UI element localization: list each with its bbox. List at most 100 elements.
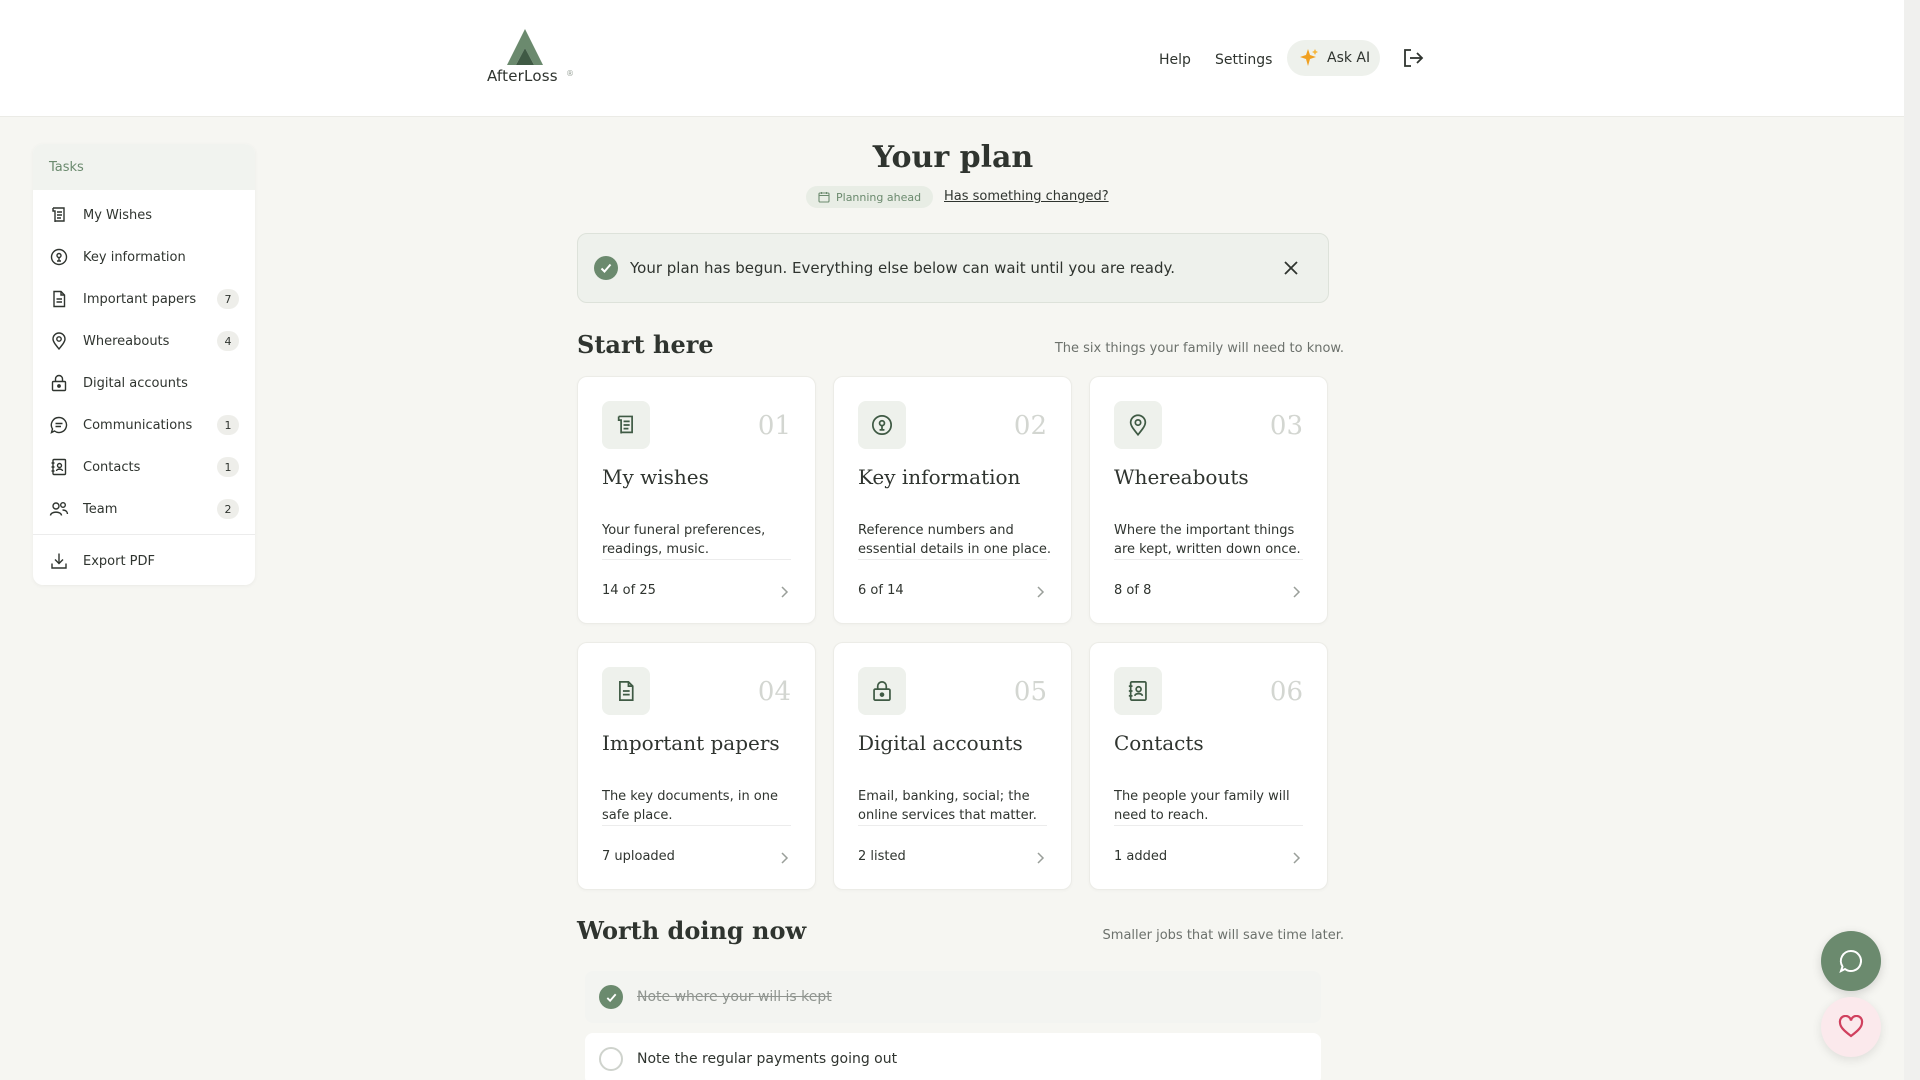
card-status: 2 listed bbox=[858, 849, 906, 864]
sidebar-item-my-wishes[interactable]: My Wishes bbox=[33, 194, 255, 236]
card-status: 6 of 14 bbox=[858, 583, 904, 598]
sidebar-item-important-papers[interactable]: Important papers 7 bbox=[33, 278, 255, 320]
scrollbar-track[interactable] bbox=[1904, 0, 1920, 1080]
map-pin-icon bbox=[49, 331, 69, 351]
brand-registered-mark: ® bbox=[566, 69, 574, 78]
card-title: Key information bbox=[858, 465, 1021, 489]
sidebar-item-label: Communications bbox=[83, 417, 193, 433]
card-key-information[interactable]: 02 Key information Reference numbers and… bbox=[833, 376, 1072, 624]
download-icon bbox=[49, 551, 69, 571]
chevron-right-icon bbox=[1293, 852, 1301, 864]
sidebar-item-label: Important papers bbox=[83, 291, 197, 307]
card-divider bbox=[1114, 559, 1303, 560]
key-lock-icon bbox=[49, 247, 69, 267]
sidebar-item-label: Whereabouts bbox=[83, 333, 170, 349]
card-status: 14 of 25 bbox=[602, 583, 656, 598]
chevron-right-icon bbox=[1293, 586, 1301, 598]
card-description: Email, banking, social; the online servi… bbox=[858, 789, 1037, 823]
top-bar: AfterLoss ® Help Settings Ask AI bbox=[0, 0, 1904, 117]
speech-bubble-icon bbox=[1839, 949, 1862, 973]
help-link[interactable]: Help bbox=[1159, 42, 1191, 78]
map-pin-icon bbox=[1114, 401, 1162, 449]
card-digital-accounts[interactable]: 05 Digital accounts Email, banking, soci… bbox=[833, 642, 1072, 890]
sidebar-item-label: Team bbox=[83, 501, 118, 517]
card-contacts[interactable]: 06 Contacts The people your family will … bbox=[1089, 642, 1328, 890]
count-badge: 7 bbox=[217, 289, 239, 309]
chevron-right-icon bbox=[1037, 586, 1045, 598]
card-description: The people your family will need to reac… bbox=[1114, 789, 1290, 823]
card-title: Contacts bbox=[1114, 731, 1204, 755]
document-icon bbox=[602, 667, 650, 715]
chevron-right-icon bbox=[781, 852, 789, 864]
worth-doing-now-heading: Worth doing now bbox=[577, 916, 807, 945]
contact-book-icon bbox=[49, 457, 69, 477]
card-whereabouts[interactable]: 03 Whereabouts Where the important thing… bbox=[1089, 376, 1328, 624]
heart-icon bbox=[1838, 1015, 1864, 1038]
team-icon bbox=[49, 499, 69, 519]
settings-link[interactable]: Settings bbox=[1215, 42, 1272, 78]
chat-support-button[interactable] bbox=[1821, 931, 1881, 991]
card-number: 02 bbox=[1013, 411, 1047, 441]
brand-logo[interactable]: AfterLoss ® bbox=[487, 28, 587, 88]
card-divider bbox=[602, 559, 791, 560]
brand-name: AfterLoss bbox=[487, 67, 558, 85]
page-title: Your plan bbox=[872, 140, 1034, 175]
unchecked-circle-icon[interactable] bbox=[599, 1047, 623, 1071]
sidebar-divider bbox=[33, 534, 255, 535]
sidebar-item-label: Key information bbox=[83, 249, 186, 265]
card-title: Whereabouts bbox=[1114, 465, 1249, 489]
check-circle-icon bbox=[594, 256, 618, 280]
has-something-changed-link[interactable]: Has something changed? bbox=[944, 189, 1109, 204]
todo-item-regular-payments[interactable]: Note the regular payments going out bbox=[585, 1033, 1321, 1080]
banner-message: Your plan has begun. Everything else bel… bbox=[630, 259, 1175, 277]
chevron-right-icon bbox=[781, 586, 789, 598]
planning-mode-label: Planning ahead bbox=[836, 190, 922, 204]
count-badge: 2 bbox=[217, 499, 239, 519]
logout-icon[interactable] bbox=[1402, 47, 1424, 69]
sidebar-item-label: Contacts bbox=[83, 459, 141, 475]
card-number: 03 bbox=[1269, 411, 1303, 441]
card-description: Your funeral preferences, readings, musi… bbox=[602, 523, 766, 557]
card-title: Important papers bbox=[602, 731, 780, 755]
checked-circle-icon[interactable] bbox=[599, 985, 623, 1009]
todo-item-will-location[interactable]: Note where your will is kept bbox=[585, 971, 1321, 1023]
worth-doing-now-subtitle: Smaller jobs that will save time later. bbox=[1102, 928, 1344, 943]
export-pdf-label: Export PDF bbox=[83, 553, 156, 569]
calendar-icon bbox=[818, 192, 830, 203]
card-description: Where the important things are kept, wri… bbox=[1114, 523, 1301, 557]
card-title: Digital accounts bbox=[858, 731, 1023, 755]
todo-text: Note the regular payments going out bbox=[637, 1051, 898, 1067]
count-badge: 4 bbox=[217, 331, 239, 351]
close-icon[interactable] bbox=[1282, 259, 1300, 277]
sidebar-item-key-information[interactable]: Key information bbox=[33, 236, 255, 278]
sidebar-item-team[interactable]: Team 2 bbox=[33, 488, 255, 530]
card-status: 7 uploaded bbox=[602, 849, 675, 864]
todo-text: Note where your will is kept bbox=[637, 989, 832, 1005]
card-title: My wishes bbox=[602, 465, 709, 489]
sidebar-item-contacts[interactable]: Contacts 1 bbox=[33, 446, 255, 488]
export-pdf-button[interactable]: Export PDF bbox=[33, 540, 255, 582]
start-here-subtitle: The six things your family will need to … bbox=[1054, 341, 1344, 356]
sidebar-item-communications[interactable]: Communications 1 bbox=[33, 404, 255, 446]
tasks-sidebar: Tasks My Wishes Key information Importan… bbox=[33, 144, 255, 585]
scroll-icon bbox=[49, 205, 69, 225]
card-important-papers[interactable]: 04 Important papers The key documents, i… bbox=[577, 642, 816, 890]
start-here-heading: Start here bbox=[577, 330, 714, 359]
mountain-logo-icon bbox=[507, 29, 543, 65]
card-status: 1 added bbox=[1114, 849, 1168, 864]
key-lock-icon bbox=[858, 401, 906, 449]
chat-icon bbox=[49, 415, 69, 435]
sidebar-item-label: Digital accounts bbox=[83, 375, 188, 391]
card-number: 04 bbox=[757, 677, 791, 707]
sidebar-item-label: My Wishes bbox=[83, 207, 153, 223]
card-divider bbox=[602, 825, 791, 826]
sidebar-item-digital-accounts[interactable]: Digital accounts bbox=[33, 362, 255, 404]
ask-ai-button[interactable]: Ask AI bbox=[1287, 40, 1380, 76]
card-my-wishes[interactable]: 01 My wishes Your funeral preferences, r… bbox=[577, 376, 816, 624]
sidebar-item-whereabouts[interactable]: Whereabouts 4 bbox=[33, 320, 255, 362]
card-divider bbox=[858, 825, 1047, 826]
chevron-right-icon bbox=[1037, 852, 1045, 864]
favorite-button[interactable] bbox=[1821, 997, 1881, 1057]
card-number: 06 bbox=[1269, 677, 1303, 707]
lock-icon bbox=[858, 667, 906, 715]
